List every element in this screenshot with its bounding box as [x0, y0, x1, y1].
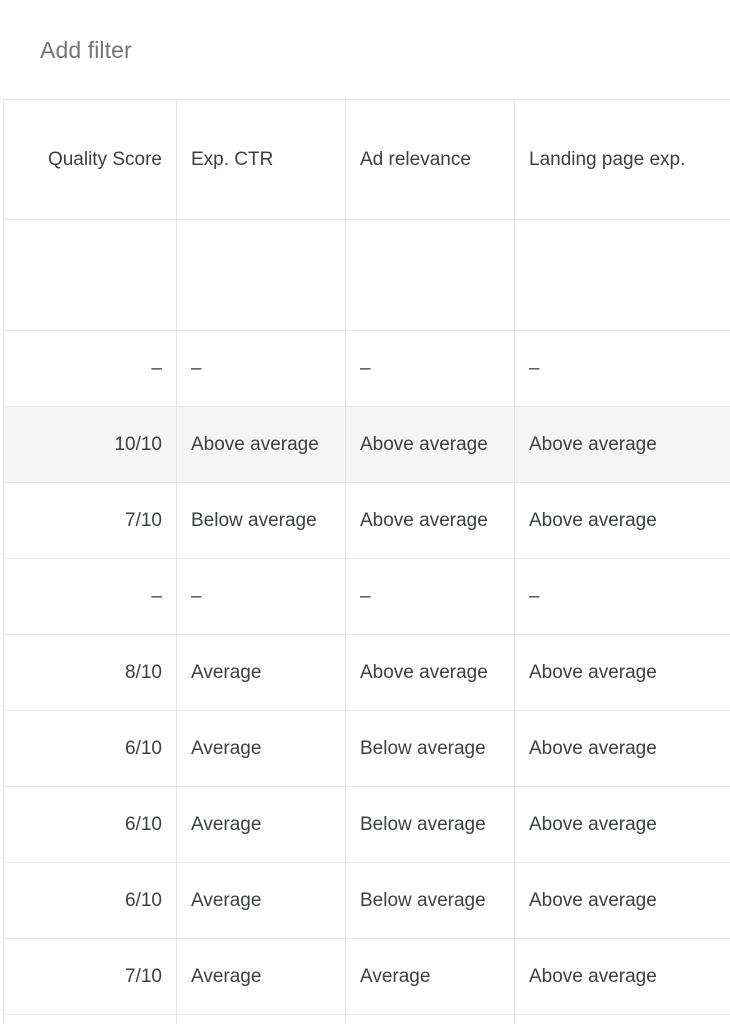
filter-bar: Add filter [0, 0, 730, 99]
cell-quality_score: 6/10 [3, 710, 177, 787]
cell-quality_score: 7/10 [3, 482, 177, 559]
column-header-landing-page-exp[interactable]: Landing page exp. [514, 99, 730, 220]
cell-ad_relevance: Above average [345, 406, 515, 483]
table-row[interactable]: – – – – [3, 330, 730, 407]
cell-exp_ctr: Average [176, 862, 346, 939]
cell-exp_ctr: Below average [176, 482, 346, 559]
cell-exp_ctr [176, 219, 346, 331]
table-row[interactable]: – – – – [3, 558, 730, 635]
table-body: – – – –10/10 Above average Above average Above… [3, 219, 730, 1024]
table-header-row: Quality Score Exp. CTR Ad relevance Land… [3, 99, 730, 220]
cell-ad_relevance: Above average [345, 482, 515, 559]
cell-quality_score: 8/10 [3, 634, 177, 711]
cell-exp_ctr [176, 1014, 346, 1024]
table-row[interactable] [3, 219, 730, 331]
table-row[interactable]: 7/10 Average Average Above average [3, 938, 730, 1015]
cell-quality_score [3, 219, 177, 331]
cell-landing_page_exp: Above average [514, 862, 730, 939]
cell-ad_relevance [345, 1014, 515, 1024]
cell-landing_page_exp [514, 1014, 730, 1024]
cell-exp_ctr: Average [176, 786, 346, 863]
column-header-quality-score[interactable]: Quality Score [3, 99, 177, 220]
table-row[interactable]: 10/10 Above average Above average Above ave… [3, 406, 730, 483]
cell-exp_ctr: Average [176, 710, 346, 787]
table-row[interactable]: 6/10 Average Below average Above average [3, 862, 730, 939]
cell-ad_relevance: – [345, 330, 515, 407]
cell-ad_relevance: – [345, 558, 515, 635]
cell-quality_score: 6/10 [3, 862, 177, 939]
column-header-ad-relevance[interactable]: Ad relevance [345, 99, 515, 220]
cell-landing_page_exp: – [514, 330, 730, 407]
table-row[interactable]: 7/10 Below average Above average Above aver… [3, 482, 730, 559]
cell-landing_page_exp: Above average [514, 634, 730, 711]
cell-quality_score [3, 1014, 177, 1024]
cell-ad_relevance [345, 219, 515, 331]
cell-ad_relevance: Average [345, 938, 515, 1015]
cell-exp_ctr: – [176, 330, 346, 407]
quality-score-table-wrapper: Quality Score Exp. CTR Ad relevance Land… [0, 99, 730, 1024]
cell-ad_relevance: Below average [345, 862, 515, 939]
table-row[interactable]: 6/10 Average Below average Above average [3, 710, 730, 787]
cell-exp_ctr: Average [176, 634, 346, 711]
cell-ad_relevance: Below average [345, 710, 515, 787]
page-root: Add filter Quality Score Exp. CTR Ad rel… [0, 0, 730, 1024]
cell-exp_ctr: Above average [176, 406, 346, 483]
cell-landing_page_exp: Above average [514, 938, 730, 1015]
column-header-exp-ctr[interactable]: Exp. CTR [176, 99, 346, 220]
cell-quality_score: 6/10 [3, 786, 177, 863]
cell-landing_page_exp: – [514, 558, 730, 635]
cell-quality_score: 10/10 [3, 406, 177, 483]
cell-exp_ctr: Average [176, 938, 346, 1015]
quality-score-table: Quality Score Exp. CTR Ad relevance Land… [3, 99, 730, 1024]
table-header: Quality Score Exp. CTR Ad relevance Land… [3, 99, 730, 220]
cell-landing_page_exp: Above average [514, 482, 730, 559]
cell-ad_relevance: Below average [345, 786, 515, 863]
table-row[interactable]: 6/10 Average Below average Above average [3, 786, 730, 863]
cell-landing_page_exp: Above average [514, 786, 730, 863]
table-row[interactable]: 8/10 Average Above average Above average [3, 634, 730, 711]
cell-landing_page_exp [514, 219, 730, 331]
cell-landing_page_exp: Above average [514, 710, 730, 787]
table-row[interactable] [3, 1014, 730, 1024]
cell-exp_ctr: – [176, 558, 346, 635]
cell-quality_score: – [3, 330, 177, 407]
cell-quality_score: – [3, 558, 177, 635]
add-filter-button[interactable]: Add filter [40, 36, 132, 64]
cell-ad_relevance: Above average [345, 634, 515, 711]
cell-landing_page_exp: Above average [514, 406, 730, 483]
cell-quality_score: 7/10 [3, 938, 177, 1015]
